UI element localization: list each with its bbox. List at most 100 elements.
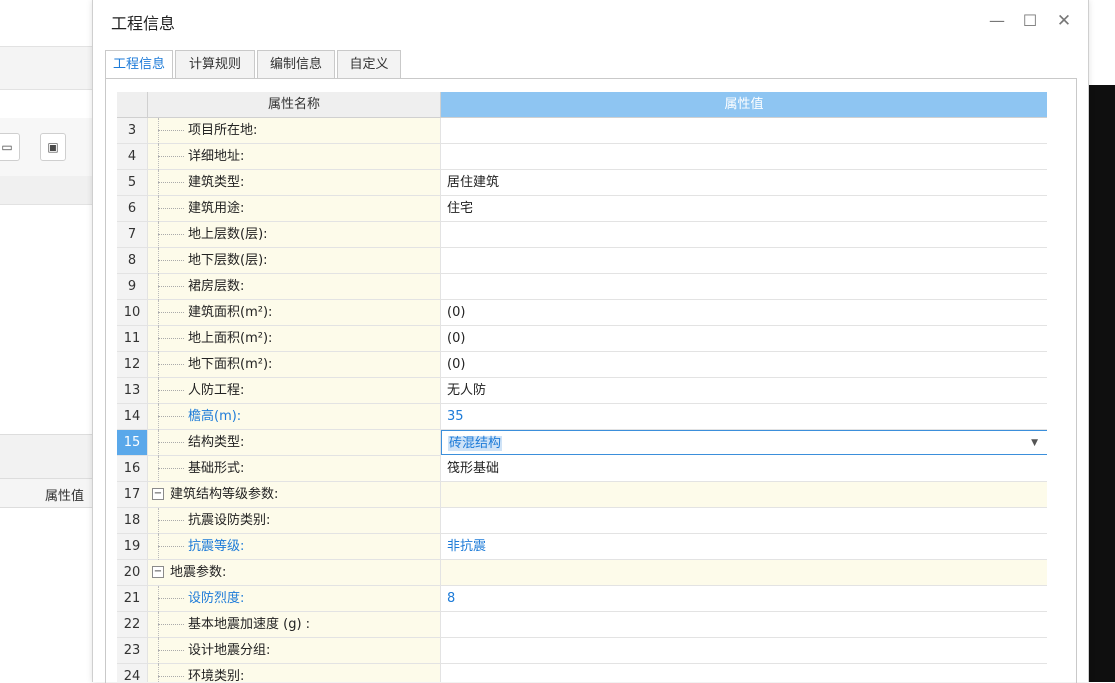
property-value-cell[interactable] bbox=[441, 222, 1047, 248]
property-name-label: 地震参数: bbox=[170, 565, 227, 580]
property-name-cell[interactable]: 地下层数(层): bbox=[148, 248, 441, 274]
dialog-titlebar[interactable]: 工程信息 — ☐ ✕ bbox=[93, 0, 1088, 42]
tree-connector bbox=[158, 260, 184, 261]
property-name-label: 地下面积(m²): bbox=[188, 357, 273, 372]
tree-connector bbox=[158, 416, 184, 417]
table-row[interactable]: 15 结构类型: ▼ 砖混结构 bbox=[117, 430, 1047, 456]
property-value-cell[interactable]: 无人防 bbox=[441, 378, 1047, 404]
property-value-cell[interactable] bbox=[441, 612, 1047, 638]
group-row[interactable]: 17− 建筑结构等级参数: bbox=[117, 482, 1047, 508]
table-row[interactable]: 22 基本地震加速度 (g) : bbox=[117, 612, 1047, 638]
property-name-label: 裙房层数: bbox=[188, 279, 245, 294]
tree-connector bbox=[158, 468, 184, 469]
maximize-button[interactable]: ☐ bbox=[1017, 8, 1043, 34]
property-value-cell[interactable]: 居住建筑 bbox=[441, 170, 1047, 196]
tab-custom[interactable]: 自定义 bbox=[337, 50, 401, 78]
row-number: 14 bbox=[117, 404, 148, 430]
property-value-cell[interactable] bbox=[441, 144, 1047, 170]
property-name-cell[interactable]: 建筑类型: bbox=[148, 170, 441, 196]
minimize-button[interactable]: — bbox=[984, 8, 1010, 34]
table-row[interactable]: 10 建筑面积(m²): (0) bbox=[117, 300, 1047, 326]
table-row[interactable]: 8 地下层数(层): bbox=[117, 248, 1047, 274]
property-name-cell[interactable]: 地上面积(m²): bbox=[148, 326, 441, 352]
property-value-cell[interactable] bbox=[441, 560, 1047, 586]
property-value-cell[interactable]: 住宅 bbox=[441, 196, 1047, 222]
property-name-cell[interactable]: 结构类型: bbox=[148, 430, 441, 456]
property-name-label: 基础形式: bbox=[188, 461, 245, 476]
property-name-cell[interactable]: − 建筑结构等级参数: bbox=[148, 482, 441, 508]
property-value-cell[interactable] bbox=[441, 638, 1047, 664]
background-dark-area bbox=[1087, 85, 1115, 682]
table-row[interactable]: 9 裙房层数: bbox=[117, 274, 1047, 300]
tab-project-info[interactable]: 工程信息 bbox=[105, 50, 173, 79]
save-icon[interactable]: ▣ bbox=[40, 133, 66, 161]
property-name-cell[interactable]: 人防工程: bbox=[148, 378, 441, 404]
property-name-cell[interactable]: 地下面积(m²): bbox=[148, 352, 441, 378]
table-row[interactable]: 6 建筑用途: 住宅 bbox=[117, 196, 1047, 222]
table-row[interactable]: 21 设防烈度: 8 bbox=[117, 586, 1047, 612]
property-value-cell[interactable]: (0) bbox=[441, 326, 1047, 352]
property-value-cell[interactable] bbox=[441, 248, 1047, 274]
property-name-cell[interactable]: 设防烈度: bbox=[148, 586, 441, 612]
close-button[interactable]: ✕ bbox=[1051, 8, 1077, 34]
tree-connector bbox=[158, 130, 184, 131]
property-name-label: 檐高(m): bbox=[188, 409, 242, 424]
dialog-title: 工程信息 bbox=[111, 14, 176, 33]
table-row[interactable]: 5 建筑类型: 居住建筑 bbox=[117, 170, 1047, 196]
property-name-cell[interactable]: 环境类别: bbox=[148, 664, 441, 682]
property-value-cell[interactable] bbox=[441, 118, 1047, 144]
tree-connector bbox=[158, 650, 184, 651]
table-row[interactable]: 12 地下面积(m²): (0) bbox=[117, 352, 1047, 378]
tree-connector bbox=[158, 156, 184, 157]
property-name-cell[interactable]: 详细地址: bbox=[148, 144, 441, 170]
property-value-cell[interactable]: (0) bbox=[441, 300, 1047, 326]
tree-connector bbox=[158, 234, 184, 235]
property-value-cell[interactable] bbox=[441, 508, 1047, 534]
table-row[interactable]: 4 详细地址: bbox=[117, 144, 1047, 170]
dropdown-arrow-icon[interactable]: ▼ bbox=[1031, 431, 1038, 456]
header-property-value: 属性值 bbox=[441, 92, 1047, 118]
property-name-cell[interactable]: − 地震参数: bbox=[148, 560, 441, 586]
row-number: 11 bbox=[117, 326, 148, 352]
property-name-cell[interactable]: 抗震等级: bbox=[148, 534, 441, 560]
group-row[interactable]: 20− 地震参数: bbox=[117, 560, 1047, 586]
property-name-cell[interactable]: 檐高(m): bbox=[148, 404, 441, 430]
property-name-cell[interactable]: 项目所在地: bbox=[148, 118, 441, 144]
row-number: 18 bbox=[117, 508, 148, 534]
collapse-toggle-icon[interactable]: − bbox=[152, 566, 164, 578]
property-value-cell[interactable]: 非抗震 bbox=[441, 534, 1047, 560]
property-value-cell[interactable]: (0) bbox=[441, 352, 1047, 378]
property-value-cell[interactable]: 35 bbox=[441, 404, 1047, 430]
collapse-toggle-icon[interactable]: − bbox=[152, 488, 164, 500]
table-row[interactable]: 11 地上面积(m²): (0) bbox=[117, 326, 1047, 352]
table-row[interactable]: 23 设计地震分组: bbox=[117, 638, 1047, 664]
row-number: 15 bbox=[117, 430, 148, 456]
property-name-cell[interactable]: 裙房层数: bbox=[148, 274, 441, 300]
property-name-cell[interactable]: 设计地震分组: bbox=[148, 638, 441, 664]
property-value-cell[interactable] bbox=[441, 482, 1047, 508]
table-row[interactable]: 24 环境类别: bbox=[117, 664, 1047, 682]
tab-compilation-info[interactable]: 编制信息 bbox=[257, 50, 335, 78]
table-row[interactable]: 3 项目所在地: bbox=[117, 118, 1047, 144]
table-row[interactable]: 7 地上层数(层): bbox=[117, 222, 1047, 248]
property-name-cell[interactable]: 抗震设防类别: bbox=[148, 508, 441, 534]
property-name-label: 详细地址: bbox=[188, 149, 245, 164]
property-value-cell[interactable]: 8 bbox=[441, 586, 1047, 612]
row-number: 16 bbox=[117, 456, 148, 482]
property-name-cell[interactable]: 建筑面积(m²): bbox=[148, 300, 441, 326]
property-value-cell[interactable] bbox=[441, 274, 1047, 300]
table-row[interactable]: 19 抗震等级: 非抗震 bbox=[117, 534, 1047, 560]
property-value-cell[interactable] bbox=[441, 664, 1047, 682]
property-name-cell[interactable]: 建筑用途: bbox=[148, 196, 441, 222]
tab-calculation-rules[interactable]: 计算规则 bbox=[175, 50, 255, 78]
comment-icon[interactable]: ▭ bbox=[0, 133, 20, 161]
property-value-cell[interactable]: 筏形基础 bbox=[441, 456, 1047, 482]
property-name-cell[interactable]: 基础形式: bbox=[148, 456, 441, 482]
table-row[interactable]: 14 檐高(m): 35 bbox=[117, 404, 1047, 430]
property-name-cell[interactable]: 基本地震加速度 (g) : bbox=[148, 612, 441, 638]
table-row[interactable]: 18 抗震设防类别: bbox=[117, 508, 1047, 534]
table-row[interactable]: 13 人防工程: 无人防 bbox=[117, 378, 1047, 404]
property-value-dropdown[interactable]: ▼ 砖混结构 bbox=[441, 430, 1047, 455]
property-name-cell[interactable]: 地上层数(层): bbox=[148, 222, 441, 248]
table-row[interactable]: 16 基础形式: 筏形基础 bbox=[117, 456, 1047, 482]
